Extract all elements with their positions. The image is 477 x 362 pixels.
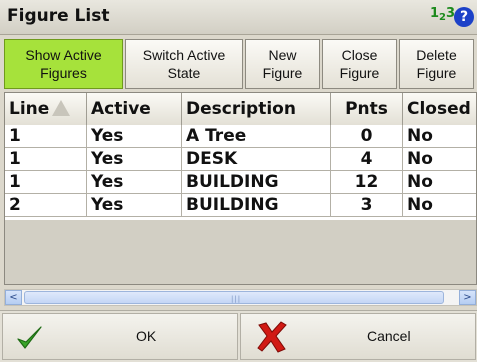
numeric-icon-two: 2 (439, 12, 447, 23)
column-header-line[interactable]: Line (5, 93, 87, 125)
numeric-icon-one: 1 (430, 6, 440, 21)
column-header-closed[interactable]: Closed (403, 93, 476, 125)
cell-description: BUILDING (182, 171, 331, 194)
bottom-button-bar: OK Cancel (0, 310, 477, 362)
cell-active: Yes (87, 171, 182, 194)
switch-active-state-button[interactable]: Switch Active State (125, 39, 243, 89)
cancel-button[interactable]: Cancel (240, 313, 476, 360)
table-row[interactable]: 1 Yes A Tree 0 No (5, 125, 476, 148)
x-mark-icon (257, 321, 287, 353)
table-row[interactable]: 1 Yes DESK 4 No (5, 148, 476, 171)
cell-closed: No (403, 194, 476, 217)
cell-pnts: 4 (331, 148, 403, 171)
window-title: Figure List (7, 6, 110, 26)
sort-ascending-icon (52, 100, 71, 116)
new-figure-button[interactable]: New Figure (245, 39, 320, 89)
checkmark-icon (17, 326, 42, 349)
column-header-pnts[interactable]: Pnts (331, 93, 403, 125)
horizontal-scrollbar[interactable]: < ||| > (4, 289, 477, 306)
cell-pnts: 3 (331, 194, 403, 217)
cell-closed: No (403, 125, 476, 148)
scrollbar-thumb[interactable]: ||| (24, 291, 444, 304)
cell-line: 1 (5, 148, 87, 171)
cell-closed: No (403, 148, 476, 171)
numeric-input-icon[interactable]: 123 (430, 6, 455, 23)
column-header-description[interactable]: Description (182, 93, 331, 125)
cancel-label: Cancel (367, 328, 411, 344)
cell-active: Yes (87, 125, 182, 148)
show-active-figures-button[interactable]: Show Active Figures (4, 39, 123, 89)
ok-label: OK (136, 328, 157, 344)
column-header-active[interactable]: Active (87, 93, 182, 125)
close-figure-button[interactable]: Close Figure (322, 39, 397, 89)
table-header: Line Active Description Pnts Closed (5, 93, 476, 126)
help-icon[interactable]: ? (454, 7, 474, 27)
cell-active: Yes (87, 194, 182, 217)
cell-description: BUILDING (182, 194, 331, 217)
scroll-left-icon[interactable]: < (5, 290, 22, 305)
figure-table: Line Active Description Pnts Closed 1 Ye… (4, 92, 477, 285)
cell-pnts: 12 (331, 171, 403, 194)
cell-line: 2 (5, 194, 87, 217)
cell-active: Yes (87, 148, 182, 171)
cell-description: A Tree (182, 125, 331, 148)
delete-figure-button[interactable]: Delete Figure (399, 39, 474, 89)
cell-closed: No (403, 171, 476, 194)
table-row[interactable]: 1 Yes BUILDING 12 No (5, 171, 476, 194)
cell-line: 1 (5, 125, 87, 148)
cell-description: DESK (182, 148, 331, 171)
table-empty-area (5, 220, 476, 284)
cell-pnts: 0 (331, 125, 403, 148)
table-row[interactable]: 2 Yes BUILDING 3 No (5, 194, 476, 217)
column-header-line-label: Line (9, 99, 50, 119)
scroll-right-icon[interactable]: > (459, 290, 476, 305)
scrollbar-grip: ||| (231, 295, 242, 303)
ok-button[interactable]: OK (2, 313, 238, 360)
title-bar: Figure List 123 ? (0, 0, 477, 35)
cell-line: 1 (5, 171, 87, 194)
